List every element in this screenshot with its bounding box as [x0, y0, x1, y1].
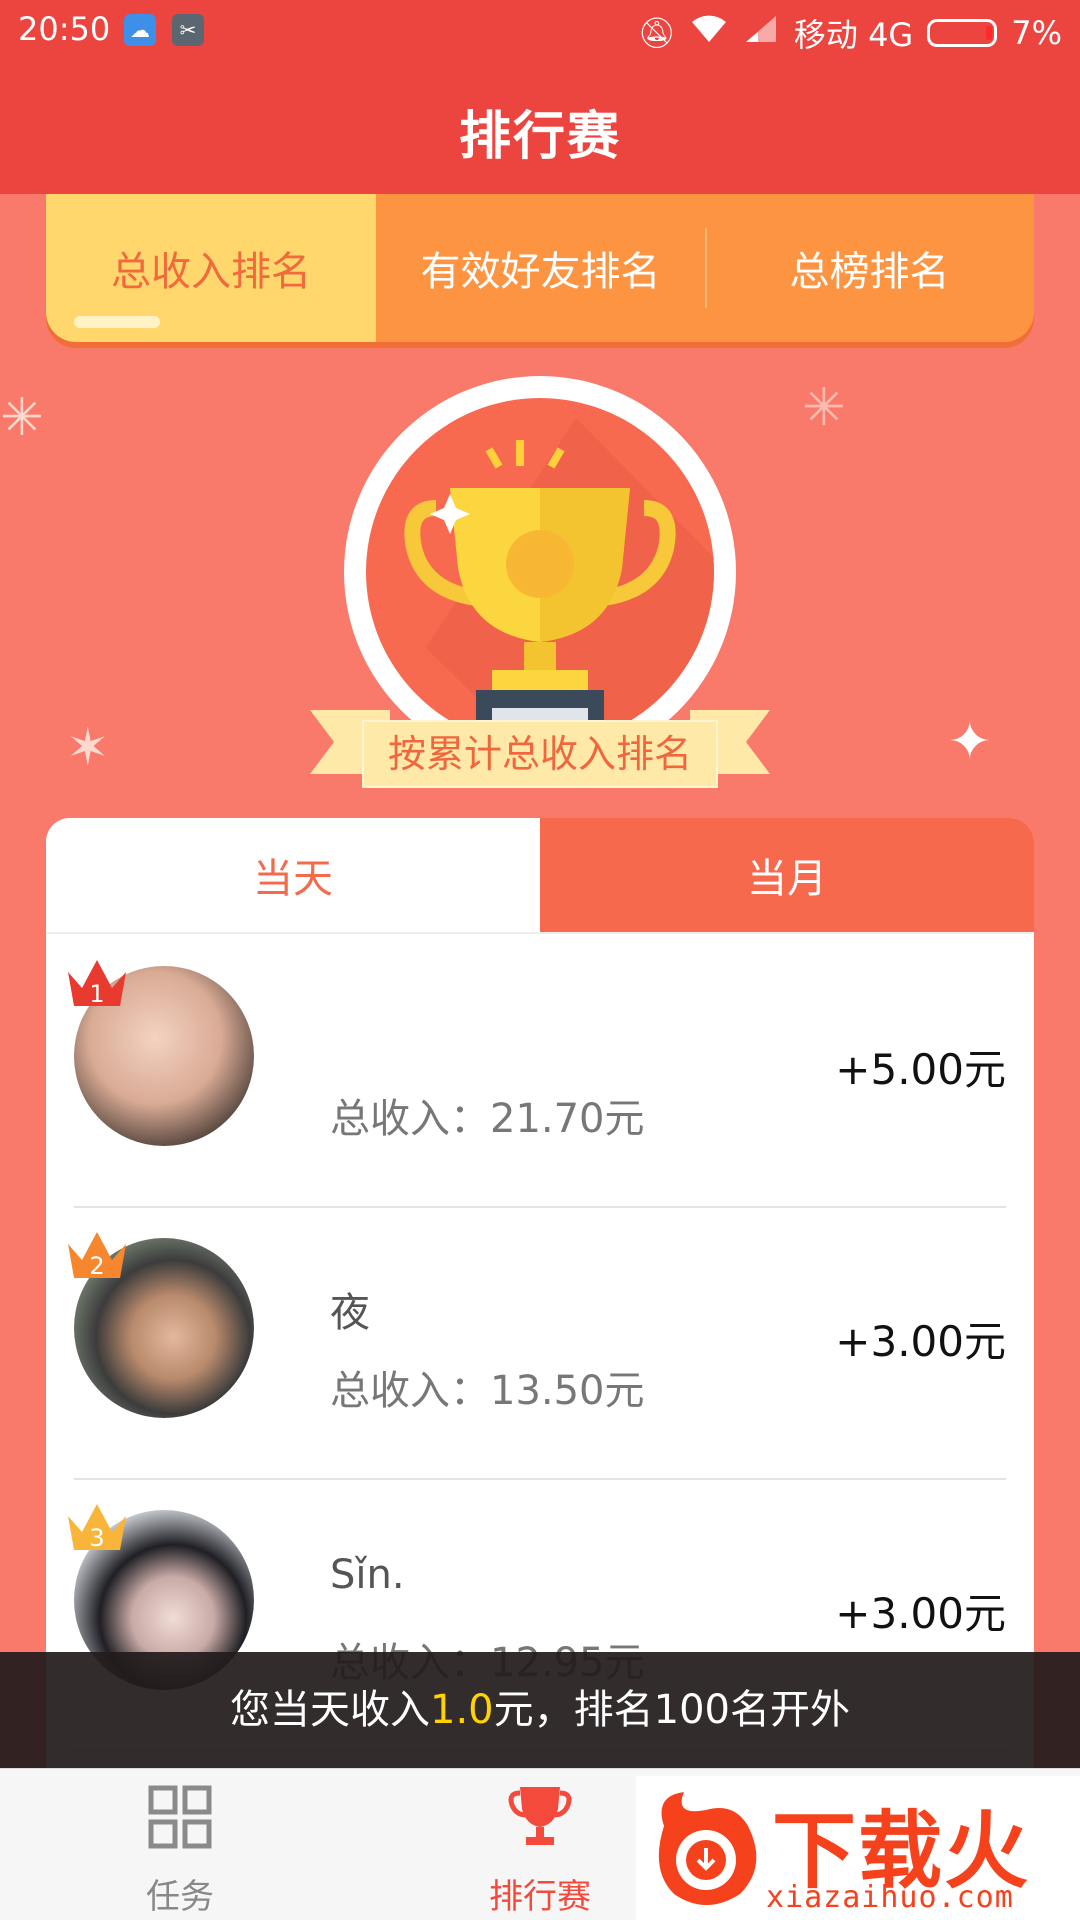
sparkle-icon: ✦ [948, 712, 992, 772]
toast-prefix: 您当天收入 [230, 1687, 430, 1733]
sparkle-icon: ✶ [66, 718, 110, 778]
grid-icon [148, 1785, 212, 1849]
trophy-icon [404, 418, 714, 746]
crown-icon: 3 [68, 1504, 126, 1552]
nav-label: 排行赛 [489, 1877, 591, 1917]
trophy-badge [344, 376, 736, 768]
tab-label: 有效好友排名 [420, 249, 661, 295]
ribbon-label: 按累计总收入排名 [362, 720, 718, 788]
tab-valid-friends[interactable]: 有效好友排名 [376, 194, 705, 342]
user-name: 夜 [330, 1290, 370, 1336]
status-bar: 20:50 ☁ ✂ 🔕︎ 移动 4G 7% [0, 0, 1080, 60]
status-right: 🔕︎ 移动 4G 7% [638, 10, 1062, 56]
ranking-row[interactable]: 2 夜 总收入：13.50元 +3.00元 [68, 1208, 1006, 1480]
tab-this-month[interactable]: 当月 [540, 818, 1034, 932]
mute-icon: 🔕︎ [637, 15, 676, 51]
cloud-app-icon: ☁ [124, 14, 156, 46]
watermark-url: xiazaihuo.com [766, 1880, 1014, 1915]
flame-logo-icon [658, 1792, 757, 1905]
trophy-background [366, 398, 714, 746]
income-delta: +5.00元 [835, 1045, 1006, 1094]
nav-label: 任务 [146, 1877, 214, 1917]
sparkle-icon: ✳ [0, 388, 44, 448]
user-name: Sǐn. [330, 1552, 405, 1598]
nav-ranking[interactable]: 排行赛 [440, 1769, 640, 1920]
tab-label: 总收入排名 [111, 249, 311, 295]
wifi-icon [690, 14, 728, 52]
total-income: 总收入：13.50元 [330, 1368, 645, 1414]
status-time: 20:50 [18, 10, 111, 48]
crown-rank: 1 [89, 980, 104, 1008]
ranking-row[interactable]: 1 总收入：21.70元 +5.00元 [68, 936, 1006, 1208]
tab-label: 总榜排名 [789, 249, 950, 295]
scissors-app-icon: ✂ [172, 14, 204, 46]
period-tabs: 当天 当月 [46, 818, 1034, 934]
income-delta: +3.00元 [835, 1589, 1006, 1638]
carrier-label: 移动 4G [793, 16, 914, 54]
battery-percent: 7% [1011, 14, 1062, 52]
tab-total-income[interactable]: 总收入排名 [46, 194, 376, 342]
crown-rank: 2 [89, 1252, 104, 1280]
crown-icon: 1 [68, 960, 126, 1008]
app-header: 排行赛 [0, 60, 1080, 194]
toast-suffix: 元，排名100名开外 [493, 1687, 850, 1733]
sparkle-icon: ✳ [802, 378, 846, 438]
rank-toast: 您当天收入1.0元，排名100名开外 [0, 1652, 1080, 1768]
page-title: 排行赛 [458, 107, 621, 167]
trophy-icon [508, 1787, 572, 1845]
crown-rank: 3 [89, 1524, 104, 1552]
signal-icon [742, 14, 780, 52]
tab-overall[interactable]: 总榜排名 [705, 194, 1034, 342]
crown-icon: 2 [68, 1232, 126, 1280]
total-income: 总收入：21.70元 [330, 1096, 645, 1142]
nav-tasks[interactable]: 任务 [80, 1769, 280, 1920]
battery-icon [927, 19, 998, 47]
income-delta: +3.00元 [835, 1317, 1006, 1366]
ranking-type-tabs: 总收入排名 有效好友排名 总榜排名 [46, 194, 1034, 342]
tab-today[interactable]: 当天 [46, 818, 540, 932]
watermark: 下载火 xiazaihuo.com [636, 1776, 1080, 1920]
toast-amount: 1.0 [430, 1687, 494, 1733]
tab-shine-decoration [74, 316, 160, 328]
